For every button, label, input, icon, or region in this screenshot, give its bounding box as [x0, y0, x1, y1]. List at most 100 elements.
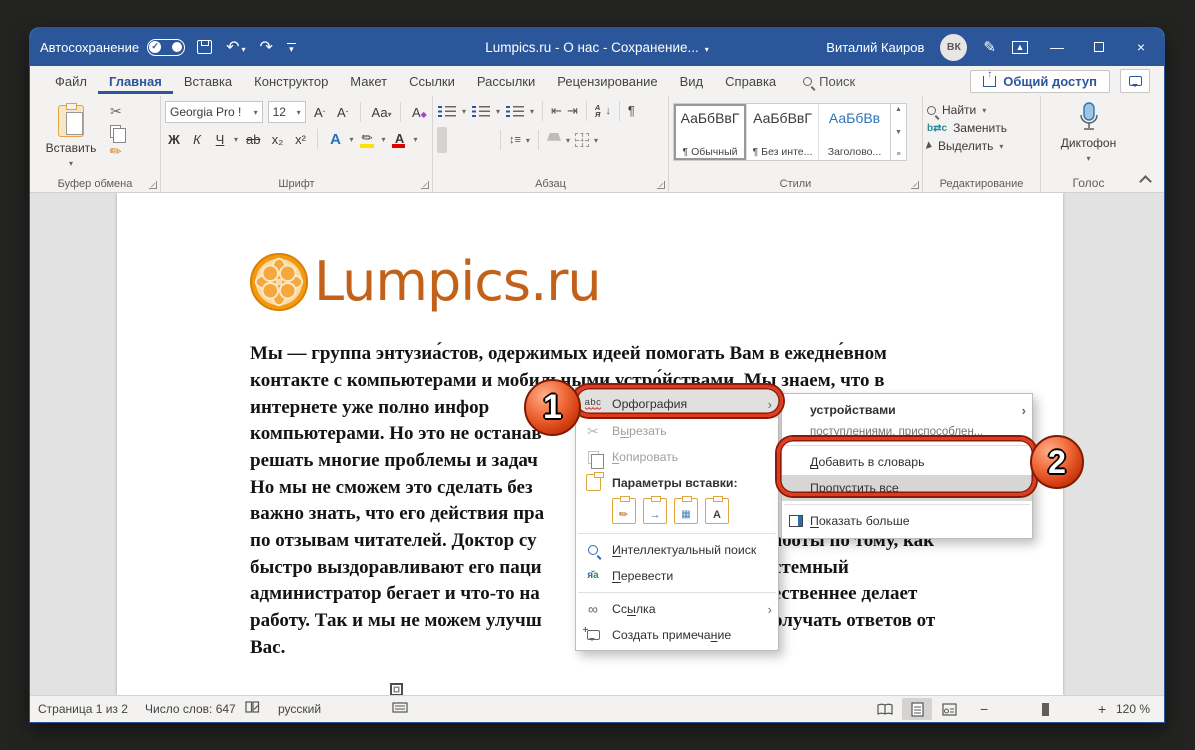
- keyboard-icon[interactable]: [392, 701, 408, 717]
- copy-icon[interactable]: [110, 125, 121, 138]
- superscript-button[interactable]: x²: [291, 131, 309, 148]
- qat-overflow-icon[interactable]: ▾: [287, 43, 296, 52]
- decrease-indent-icon[interactable]: [551, 102, 562, 120]
- tab-help[interactable]: Справка: [714, 69, 787, 94]
- tab-home[interactable]: Главная: [98, 69, 173, 94]
- word-count[interactable]: Число слов: 647: [145, 702, 236, 716]
- italic-button[interactable]: К: [188, 131, 206, 148]
- close-button[interactable]: ×: [1128, 39, 1154, 55]
- user-name[interactable]: Виталий Каиров: [826, 40, 924, 55]
- paste-button[interactable]: Вставить ▾: [42, 101, 100, 175]
- format-painter-icon[interactable]: [110, 143, 122, 160]
- tab-design[interactable]: Конструктор: [243, 69, 339, 94]
- menu-item-translate[interactable]: я̆a Перевести: [576, 563, 778, 589]
- show-marks-icon[interactable]: [628, 102, 635, 120]
- shading-icon[interactable]: [547, 133, 561, 144]
- menu-item-cut[interactable]: Вырезать: [576, 418, 778, 444]
- highlight-button[interactable]: [359, 129, 377, 149]
- paste-keep-formatting-icon[interactable]: ✎: [612, 498, 636, 524]
- tab-view[interactable]: Вид: [669, 69, 715, 94]
- style-normal[interactable]: АаБбВвГ ¶ Обычный: [674, 104, 746, 160]
- paste-merge-formatting-icon[interactable]: →: [643, 498, 667, 524]
- tab-file[interactable]: Файл: [44, 69, 98, 94]
- zoom-level[interactable]: 120 %: [1116, 702, 1150, 716]
- collapse-ribbon-icon[interactable]: [1139, 175, 1152, 188]
- menu-item-new-comment[interactable]: Создать примечание: [576, 622, 778, 648]
- tab-layout[interactable]: Макет: [339, 69, 398, 94]
- line-spacing-icon[interactable]: ↕≡: [509, 134, 521, 146]
- save-icon[interactable]: [197, 40, 212, 54]
- font-size-combo[interactable]: 12▾: [268, 101, 306, 123]
- select-button[interactable]: Выделить▾: [927, 139, 1036, 153]
- style-no-spacing[interactable]: АаБбВвГ ¶ Без инте...: [746, 104, 818, 160]
- menu-item-smart-lookup[interactable]: Интеллектуальный поиск: [576, 537, 778, 563]
- replace-button[interactable]: b⇄cЗаменить: [927, 121, 1036, 135]
- sort-icon[interactable]: АЯ: [595, 104, 600, 119]
- bold-button[interactable]: Ж: [165, 131, 183, 148]
- tab-review[interactable]: Рецензирование: [546, 69, 668, 94]
- style-heading[interactable]: АаБбВв Заголово...: [818, 104, 890, 160]
- autosave-control[interactable]: Автосохранение ✓: [40, 39, 185, 56]
- underline-button[interactable]: Ч: [211, 131, 229, 148]
- zoom-out-button[interactable]: −: [980, 701, 988, 717]
- page-indicator[interactable]: Страница 1 из 2: [38, 702, 128, 716]
- comments-button[interactable]: [1120, 69, 1150, 93]
- search-box[interactable]: Поиск: [803, 74, 855, 89]
- language-indicator[interactable]: русский: [278, 702, 321, 716]
- sparkle-pen-icon[interactable]: [983, 38, 996, 56]
- bullet-list-icon[interactable]: [438, 105, 456, 118]
- print-layout-button[interactable]: [902, 698, 932, 720]
- proofing-icon[interactable]: [245, 701, 260, 718]
- font-color-button[interactable]: А: [391, 130, 409, 149]
- align-right-button[interactable]: [467, 127, 477, 153]
- borders-icon[interactable]: [575, 133, 589, 147]
- group-label-styles: Стили: [669, 178, 922, 190]
- text-line: быстро выздоравливают его паци: [250, 557, 542, 579]
- multilevel-list-icon[interactable]: [506, 105, 524, 118]
- find-button[interactable]: Найти▾: [927, 103, 1036, 117]
- align-center-button[interactable]: [452, 127, 462, 153]
- dictate-button[interactable]: Диктофон: [1061, 136, 1116, 150]
- zoom-in-button[interactable]: +: [1098, 701, 1106, 717]
- tab-mailings[interactable]: Рассылки: [466, 69, 546, 94]
- menu-item-link[interactable]: Ссылка ›: [576, 596, 778, 622]
- cut-icon[interactable]: [110, 103, 122, 120]
- grow-font-button[interactable]: Аˆ: [311, 104, 329, 121]
- text-effects-button[interactable]: А: [326, 130, 344, 149]
- menu-item-copy[interactable]: Копировать: [576, 444, 778, 470]
- redo-icon[interactable]: [260, 37, 273, 57]
- autosave-toggle[interactable]: ✓: [147, 39, 185, 56]
- dialog-launcher-icon[interactable]: [657, 181, 665, 189]
- styles-scrollbar[interactable]: ▲▼≡: [890, 104, 906, 160]
- strikethrough-button[interactable]: ab: [243, 131, 263, 148]
- maximize-button[interactable]: [1086, 39, 1112, 55]
- dialog-launcher-icon[interactable]: [911, 181, 919, 189]
- tab-references[interactable]: Ссылки: [398, 69, 466, 94]
- submenu-see-more[interactable]: Показать больше: [782, 508, 1032, 534]
- increase-indent-icon[interactable]: [567, 102, 578, 120]
- web-layout-button[interactable]: [934, 698, 964, 720]
- justify-button[interactable]: [482, 127, 492, 153]
- submenu-suggestion-primary[interactable]: устройствами ›: [782, 398, 1032, 422]
- minimize-button[interactable]: —: [1044, 39, 1070, 55]
- dialog-launcher-icon[interactable]: [421, 181, 429, 189]
- tab-insert[interactable]: Вставка: [173, 69, 243, 94]
- font-name-combo[interactable]: Georgia Pro !▾: [165, 101, 263, 123]
- microphone-icon[interactable]: [1077, 102, 1101, 132]
- avatar[interactable]: ВК: [940, 34, 967, 61]
- change-case-button[interactable]: Аа▾: [369, 104, 393, 121]
- clear-formatting-button[interactable]: А◆: [409, 104, 428, 121]
- paste-picture-icon[interactable]: ▦: [674, 498, 698, 524]
- undo-button[interactable]: ▾: [226, 37, 245, 57]
- paste-text-only-icon[interactable]: A: [705, 498, 729, 524]
- shrink-font-button[interactable]: Аˇ: [334, 104, 352, 121]
- ribbon-display-icon[interactable]: ▲: [1012, 41, 1028, 54]
- subscript-button[interactable]: x₂: [268, 131, 286, 148]
- dialog-launcher-icon[interactable]: [149, 181, 157, 189]
- align-left-button[interactable]: [437, 127, 447, 153]
- read-mode-button[interactable]: [870, 698, 900, 720]
- zoom-slider-thumb[interactable]: [1042, 703, 1049, 716]
- share-button[interactable]: Общий доступ: [970, 70, 1110, 93]
- numbered-list-icon[interactable]: [472, 105, 490, 118]
- replace-icon: b⇄c: [927, 123, 947, 134]
